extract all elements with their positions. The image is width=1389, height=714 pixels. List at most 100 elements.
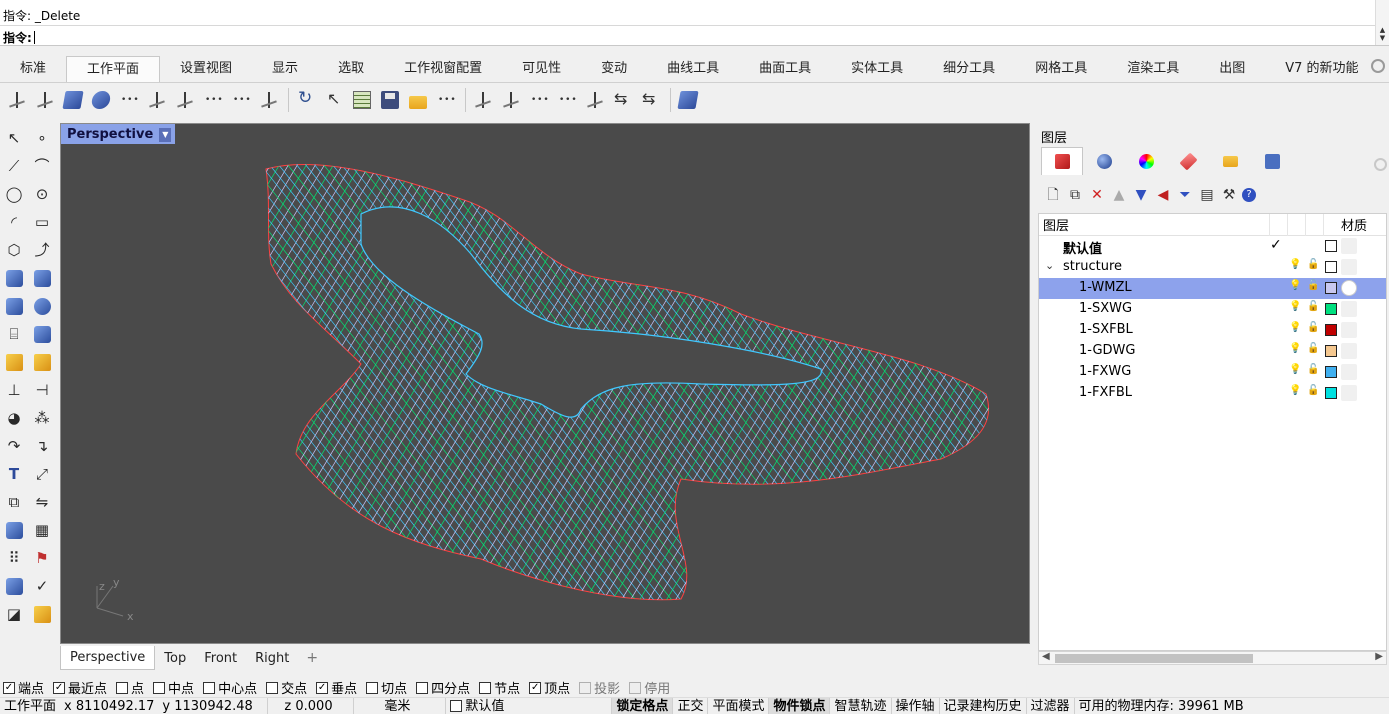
select-tool[interactable]: ↖	[0, 124, 28, 152]
fillet-tool[interactable]: ↷	[0, 432, 28, 460]
lock-icon[interactable]: 🔓	[1307, 259, 1319, 270]
layer-row[interactable]: 1-FXFBL 💡 🔓	[1039, 383, 1386, 404]
cplane-swap-button[interactable]	[638, 87, 664, 113]
smarttrack-toggle[interactable]: 智慧轨迹	[830, 697, 892, 714]
planar-toggle[interactable]: 平面模式	[708, 697, 770, 714]
chamfer-tool[interactable]: ↴	[28, 432, 56, 460]
layer-row[interactable]: 1-WMZL 💡 🔓	[1039, 278, 1386, 299]
tab-14[interactable]: 出图	[1199, 56, 1265, 82]
scroll-right-icon[interactable]: ▶	[1375, 651, 1383, 662]
cplane-open-button[interactable]	[405, 87, 431, 113]
filter-icon[interactable]: ⏷	[1176, 186, 1194, 204]
cplane-raise-button[interactable]	[582, 87, 608, 113]
render-tool[interactable]: ⚑	[28, 544, 56, 572]
visibility-bulb-icon[interactable]: 💡	[1289, 280, 1301, 291]
osnap-checkbox[interactable]	[579, 681, 592, 694]
cplane-elevation-button[interactable]	[32, 87, 58, 113]
cylinder-tool[interactable]: ⌸	[0, 320, 28, 348]
layer-row[interactable]: ⌄ structure 💡 🔓	[1039, 257, 1386, 278]
layer-color-swatch[interactable]	[1325, 387, 1337, 399]
gumball-toggle[interactable]: 操作轴	[892, 697, 940, 714]
lock-icon[interactable]: 🔓	[1307, 322, 1319, 333]
tab-2[interactable]: 设置视图	[160, 56, 252, 82]
cplane-world-button[interactable]	[4, 87, 30, 113]
fillet-curve-tool[interactable]: ⤴	[28, 236, 56, 264]
osnap-option[interactable]: 四分点	[416, 678, 470, 697]
visibility-bulb-icon[interactable]: 💡	[1289, 322, 1301, 333]
box-tool[interactable]	[0, 292, 28, 320]
material-swatch[interactable]	[1341, 301, 1357, 317]
layer-row[interactable]: 1-SXFBL 💡 🔓	[1039, 320, 1386, 341]
cplane-origin-button[interactable]	[172, 87, 198, 113]
layer-color-swatch[interactable]	[1325, 345, 1337, 357]
osnap-checkbox[interactable]	[479, 681, 492, 694]
cplane-surface-button[interactable]	[88, 87, 114, 113]
osnap-checkbox[interactable]	[416, 681, 429, 694]
new-sublayer-icon[interactable]: ⧉	[1066, 186, 1084, 204]
tab-files[interactable]	[1209, 147, 1251, 175]
layer-color-swatch[interactable]	[1325, 240, 1337, 252]
layer-name[interactable]: 1-GDWG	[1079, 343, 1135, 358]
tab-11[interactable]: 细分工具	[923, 56, 1015, 82]
tab-13[interactable]: 渲染工具	[1107, 56, 1199, 82]
tab-1[interactable]: 工作平面	[66, 56, 161, 82]
panel-settings-gear-icon[interactable]	[1374, 158, 1387, 171]
history-scrollbar[interactable]	[1375, 0, 1389, 26]
osnap-checkbox[interactable]	[629, 681, 642, 694]
cplane-object-button[interactable]	[60, 87, 86, 113]
cplane-up-button[interactable]	[526, 87, 552, 113]
filter-toggle[interactable]: 过滤器	[1027, 697, 1075, 714]
scale-tool[interactable]: ⤢	[28, 460, 56, 488]
osnap-option[interactable]: 节点	[479, 678, 520, 697]
tab-layers[interactable]	[1041, 147, 1083, 175]
command-scroll-arrows[interactable]: ▲ ▼	[1375, 26, 1389, 45]
visibility-bulb-icon[interactable]: 💡	[1289, 343, 1301, 354]
expand-chevron-icon[interactable]: ⌄	[1045, 259, 1054, 272]
osnap-option[interactable]: 点	[116, 678, 144, 697]
layer-row[interactable]: 1-GDWG 💡 🔓	[1039, 341, 1386, 362]
cplane-tilt-button[interactable]	[554, 87, 580, 113]
status-cplane[interactable]: 工作平面	[0, 698, 60, 714]
osnap-option[interactable]: 停用	[629, 678, 670, 697]
tab-help[interactable]	[1251, 147, 1293, 175]
point-tool[interactable]: ∘	[28, 124, 56, 152]
add-viewport-icon[interactable]: +	[298, 650, 326, 666]
tab-12[interactable]: 网格工具	[1015, 56, 1107, 82]
osnap-option[interactable]: 最近点	[53, 678, 107, 697]
polyline-tool[interactable]: ⟋	[0, 152, 28, 180]
tab-0[interactable]: 标准	[0, 56, 66, 82]
mesh-tool[interactable]	[28, 320, 56, 348]
current-layer-check-icon[interactable]: ✓	[1270, 237, 1282, 253]
move-parent-icon[interactable]: ◀	[1154, 186, 1172, 204]
extrude-tool[interactable]	[28, 264, 56, 292]
surface-tool[interactable]	[0, 264, 28, 292]
scroll-thumb[interactable]	[1055, 654, 1253, 663]
lock-icon[interactable]: 🔓	[1307, 385, 1319, 396]
osnap-checkbox[interactable]	[53, 681, 66, 694]
block-tool[interactable]	[0, 516, 28, 544]
lock-icon[interactable]: 🔓	[1307, 301, 1319, 312]
arc-tool[interactable]: ◜	[0, 208, 28, 236]
circle-tool[interactable]: ◯	[0, 180, 28, 208]
array-tool[interactable]: ⠿	[0, 544, 28, 572]
osnap-option[interactable]: 中心点	[203, 678, 257, 697]
move-down-icon[interactable]: ▼	[1132, 186, 1150, 204]
scroll-left-icon[interactable]: ◀	[1042, 651, 1050, 662]
osnap-option[interactable]: 顶点	[529, 678, 570, 697]
cplane-vertical-button[interactable]	[256, 87, 282, 113]
tab-9[interactable]: 曲面工具	[739, 56, 831, 82]
history-toggle[interactable]: 记录建构历史	[940, 697, 1027, 714]
cplane-undo-button[interactable]	[293, 87, 319, 113]
tab-7[interactable]: 变动	[581, 56, 647, 82]
command-input[interactable]: 指令: ▲ ▼	[0, 26, 1389, 46]
tab-4[interactable]: 选取	[318, 56, 384, 82]
osnap-toggle[interactable]: 物件锁点	[769, 697, 831, 714]
tab-settings-gear-icon[interactable]	[1371, 59, 1385, 73]
material-swatch[interactable]	[1341, 238, 1357, 254]
cplane-set-view-button[interactable]	[433, 87, 459, 113]
split-tool[interactable]: ⊣	[28, 376, 56, 404]
cplane-move-down-button[interactable]	[498, 87, 524, 113]
visibility-bulb-icon[interactable]: 💡	[1289, 301, 1301, 312]
material-swatch[interactable]	[1341, 280, 1357, 296]
check-tool[interactable]: ✓	[28, 572, 56, 600]
